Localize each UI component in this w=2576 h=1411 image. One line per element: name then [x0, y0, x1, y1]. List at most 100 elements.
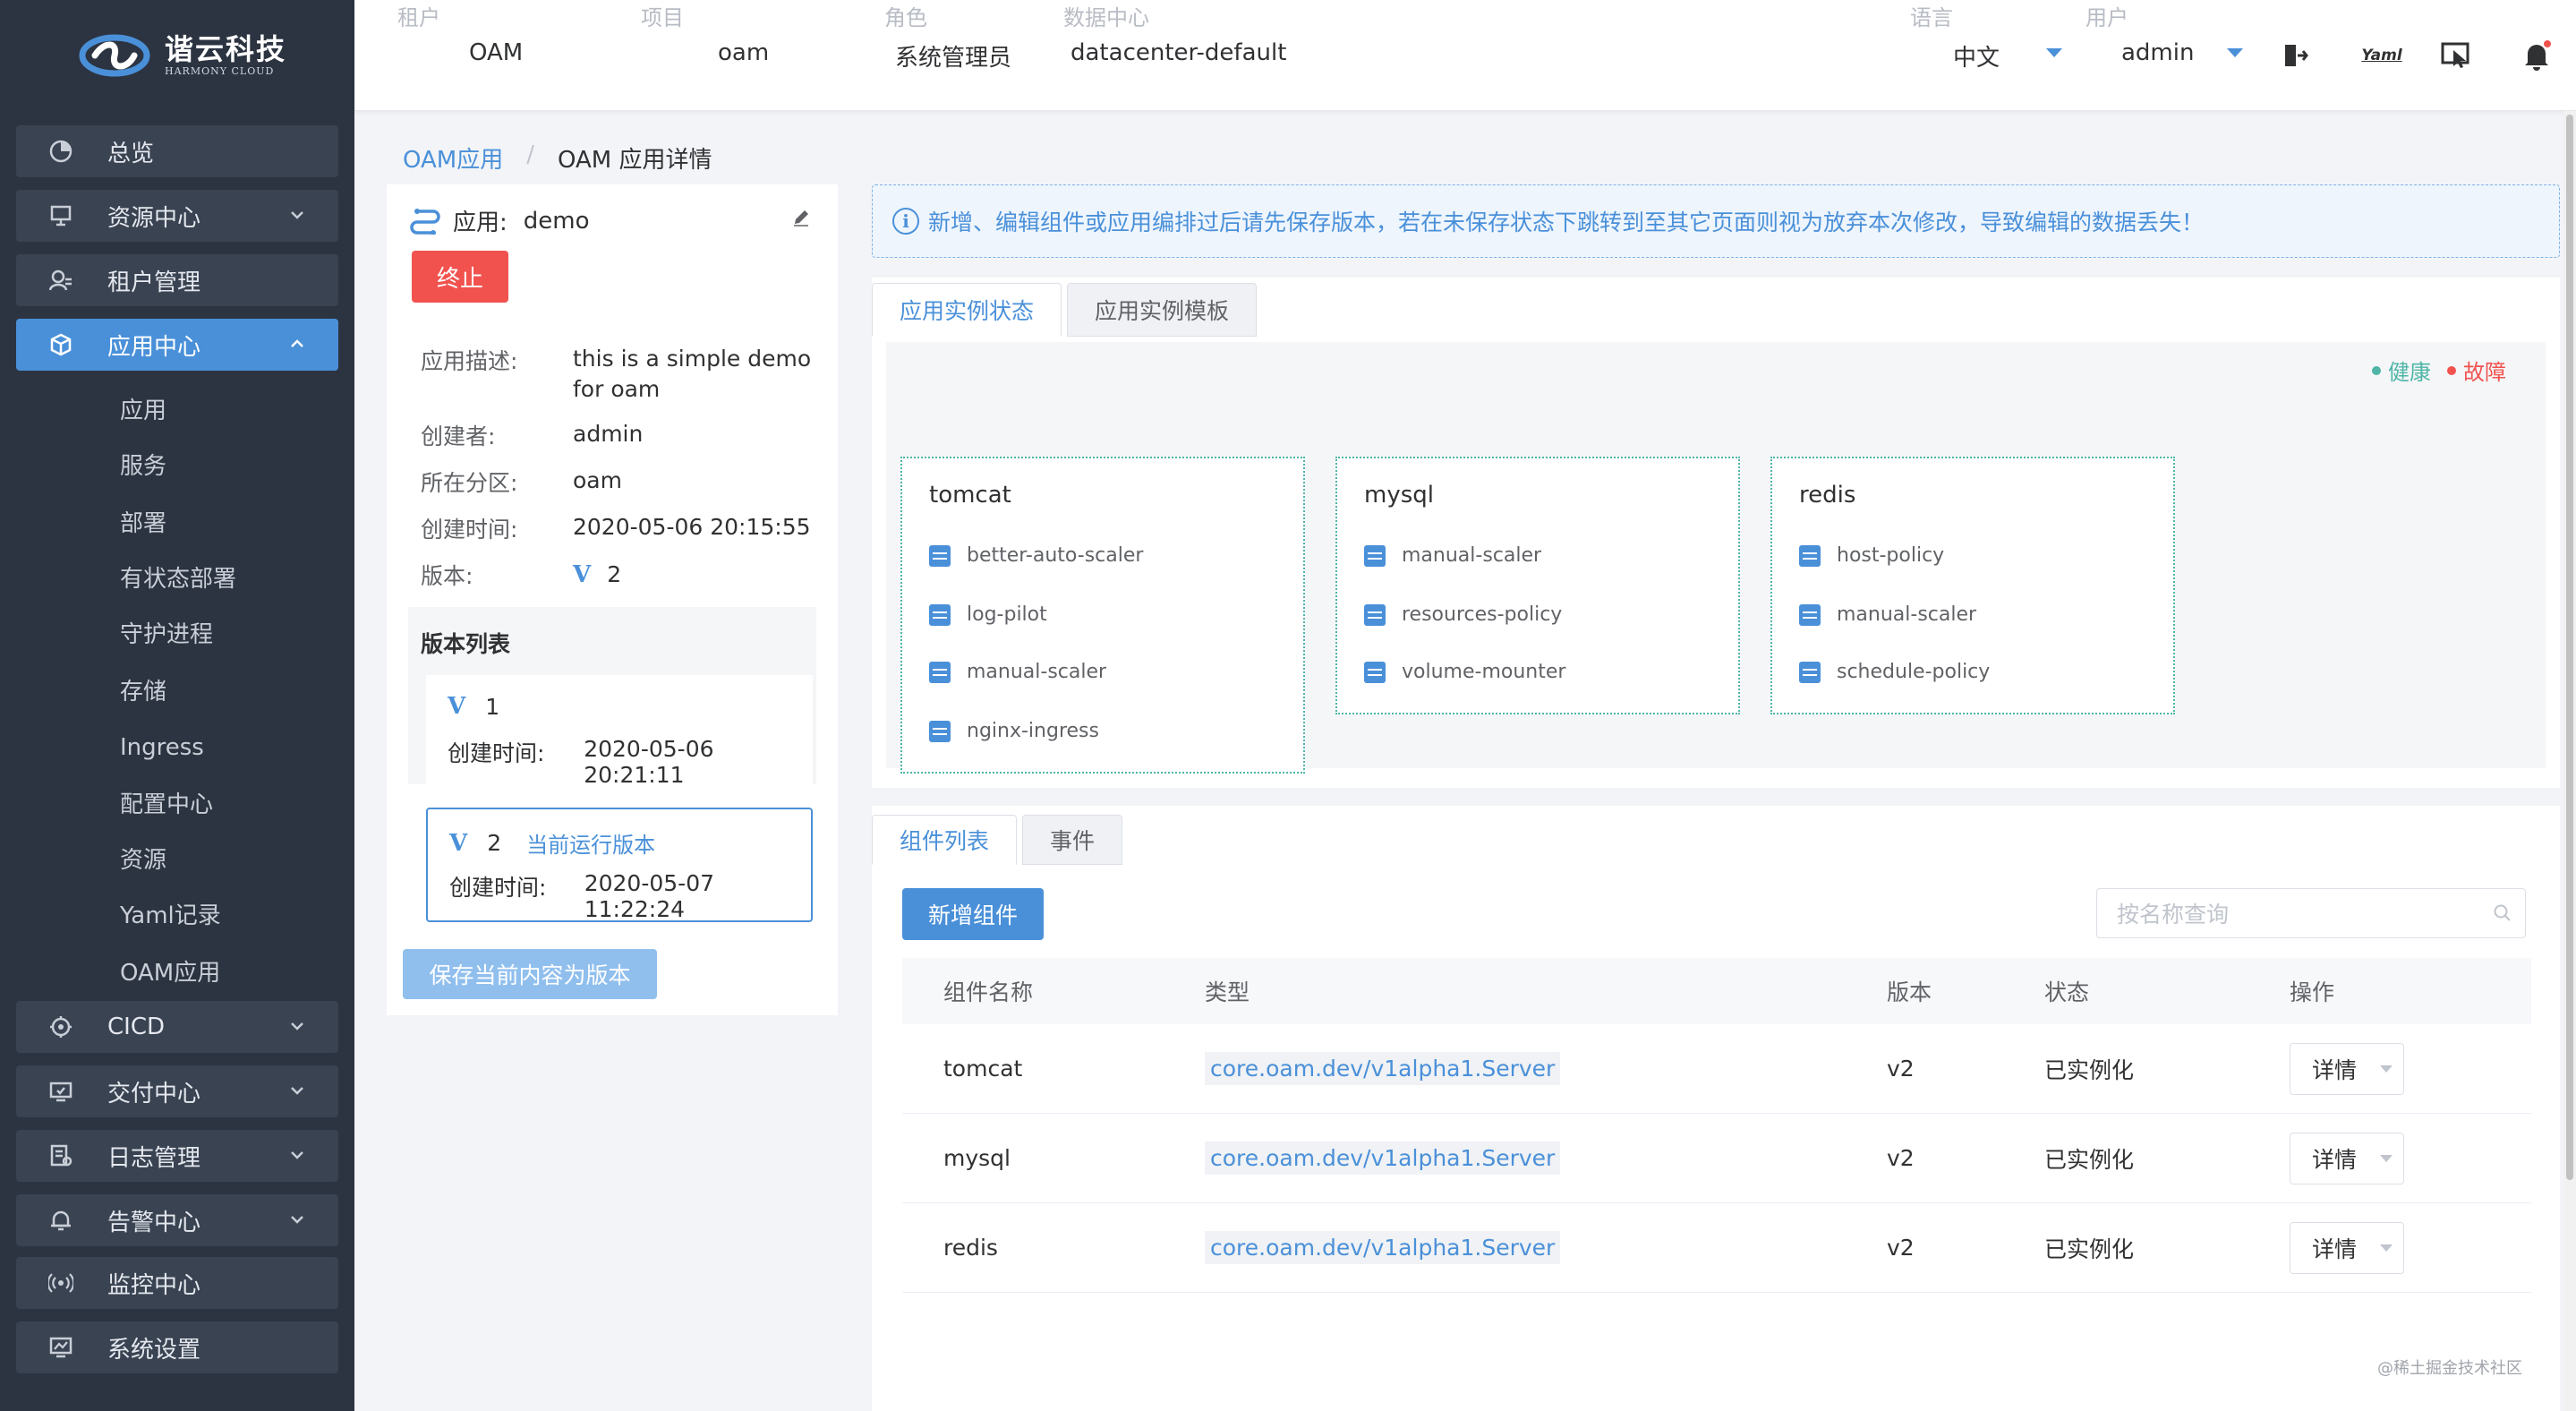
role-selector[interactable]: 角色 系统管理员: [884, 0, 1011, 72]
page-scrollbar[interactable]: [2563, 111, 2576, 1411]
sidebar-item-overview[interactable]: 总览: [16, 125, 338, 177]
logout-icon[interactable]: [2279, 39, 2311, 72]
breadcrumb-link-oam-app[interactable]: OAM应用: [403, 141, 503, 175]
edit-icon[interactable]: [791, 208, 811, 227]
component-card-mysql[interactable]: mysql manual-scaler resources-policy vol…: [1335, 457, 1740, 714]
sidebar-item-alarm[interactable]: 告警中心: [16, 1194, 338, 1246]
brand-logo[interactable]: 谐云科技 HARMONY CLOUD: [79, 32, 286, 79]
yaml-icon-text: Yaml: [2361, 47, 2402, 64]
project-selector[interactable]: 项目 oam: [641, 0, 769, 66]
cell-type[interactable]: core.oam.dev/v1alpha1.Server: [1205, 1142, 1561, 1175]
submenu-item-daemonset[interactable]: 守护进程: [120, 620, 213, 650]
datacenter-selector[interactable]: 数据中心 datacenter-default: [1063, 0, 1286, 66]
search-placeholder: 按名称查询: [2117, 902, 2230, 928]
submenu-item-resource[interactable]: 资源: [120, 845, 166, 876]
cell-type[interactable]: core.oam.dev/v1alpha1.Server: [1205, 1052, 1561, 1085]
language-selector[interactable]: 语言 中文: [1910, 0, 2000, 72]
cell-name: mysql: [943, 1145, 1011, 1171]
user-caret-icon[interactable]: [2227, 48, 2243, 57]
info-row-description: 应用描述: this is a simple demo for oam: [421, 344, 815, 405]
app-info-panel: 应用: demo 终止 应用描述: this is a simple demo …: [387, 184, 838, 1015]
sidebar-item-app-center[interactable]: 应用中心: [16, 319, 338, 371]
submenu-item-yaml-record[interactable]: Yaml记录: [120, 901, 221, 931]
add-component-button[interactable]: 新增组件: [902, 888, 1044, 940]
language-caret-icon[interactable]: [2046, 48, 2062, 57]
trait-icon: [1364, 544, 1386, 567]
submenu-item-config-center[interactable]: 配置中心: [120, 790, 213, 820]
detail-label: 详情: [2312, 1056, 2358, 1083]
info-value: oam: [573, 467, 622, 493]
yaml-icon[interactable]: Yaml: [2359, 39, 2404, 72]
submenu-item-statefulset[interactable]: 有状态部署: [120, 564, 236, 594]
info-row-version: 版本: V 2: [421, 559, 815, 591]
sidebar-item-settings[interactable]: 系统设置: [16, 1321, 338, 1373]
trait-item[interactable]: schedule-policy: [1799, 661, 1990, 683]
submenu-item-deployment[interactable]: 部署: [120, 509, 166, 539]
trait-item[interactable]: manual-scaler: [1364, 544, 1541, 567]
trait-item[interactable]: log-pilot: [929, 603, 1047, 626]
tenant-selector[interactable]: 租户 OAM: [397, 0, 523, 66]
breadcrumb-current: OAM 应用详情: [558, 147, 712, 174]
component-card-redis[interactable]: redis host-policy manual-scaler schedule…: [1770, 457, 2175, 714]
log-icon: [48, 1143, 73, 1168]
trait-item[interactable]: host-policy: [1799, 544, 1944, 567]
search-icon[interactable]: [2493, 903, 2512, 923]
sidebar-item-cicd[interactable]: CICD: [16, 1001, 338, 1053]
user-value: admin: [2121, 39, 2195, 66]
submenu-item-ingress[interactable]: Ingress: [120, 732, 204, 763]
info-row-created-time: 创建时间: 2020-05-06 20:15:55: [421, 512, 815, 544]
sidebar-item-monitor[interactable]: 监控中心: [16, 1257, 338, 1309]
detail-dropdown-button[interactable]: 详情: [2290, 1221, 2404, 1274]
sidebar-item-delivery[interactable]: 交付中心: [16, 1065, 338, 1117]
detail-dropdown-button[interactable]: 详情: [2290, 1132, 2404, 1184]
trait-name: better-auto-scaler: [967, 544, 1144, 567]
scrollbar-thumb[interactable]: [2566, 115, 2573, 1180]
chevron-down-icon: [291, 1087, 303, 1095]
trait-item[interactable]: manual-scaler: [929, 661, 1106, 683]
search-input[interactable]: 按名称查询: [2096, 888, 2526, 938]
tab-instance-template[interactable]: 应用实例模板: [1067, 283, 1258, 337]
dashboard-icon: [48, 139, 73, 164]
app-title: 应用: demo: [410, 204, 590, 237]
info-value: 2020-05-06 20:15:55: [573, 514, 811, 540]
tab-instance-status[interactable]: 应用实例状态: [872, 283, 1062, 337]
detail-label: 详情: [2312, 1236, 2358, 1262]
version-card-current[interactable]: V 2 当前运行版本 创建时间: 2020-05-07 11:22:24: [426, 808, 813, 922]
info-row-partition: 所在分区: oam: [421, 466, 815, 498]
cell-type[interactable]: core.oam.dev/v1alpha1.Server: [1205, 1231, 1561, 1264]
submenu-item-app[interactable]: 应用: [120, 396, 166, 426]
trait-item[interactable]: nginx-ingress: [929, 720, 1099, 742]
monitor-icon: [48, 1270, 73, 1296]
sidebar-item-tenant[interactable]: 租户管理: [16, 254, 338, 306]
submenu-item-oam-app[interactable]: OAM应用: [120, 958, 220, 988]
component-name: tomcat: [929, 482, 1011, 509]
trait-item[interactable]: volume-mounter: [1364, 661, 1565, 683]
component-card-tomcat[interactable]: tomcat better-auto-scaler log-pilot manu…: [900, 457, 1305, 774]
trait-item[interactable]: resources-policy: [1364, 603, 1562, 626]
instance-panel: 应用实例状态 应用实例模板 健康 故障 tomcat better-auto-s…: [872, 278, 2560, 788]
tab-events[interactable]: 事件: [1022, 815, 1123, 865]
chevron-up-icon: [291, 339, 303, 347]
submenu-item-storage[interactable]: 存储: [120, 677, 166, 707]
save-version-button[interactable]: 保存当前内容为版本: [403, 949, 657, 999]
detail-label: 详情: [2312, 1146, 2358, 1173]
cell-version: v2: [1887, 1056, 1915, 1082]
bell-icon[interactable]: [2521, 39, 2553, 72]
cell-version: v2: [1887, 1235, 1915, 1261]
user-selector[interactable]: 用户 admin: [2086, 0, 2194, 66]
stop-button[interactable]: 终止: [412, 251, 508, 303]
submenu-item-service[interactable]: 服务: [120, 451, 166, 482]
legend-fault: 故障: [2463, 360, 2506, 385]
trait-item[interactable]: manual-scaler: [1799, 603, 1976, 626]
info-key: 版本:: [421, 563, 473, 589]
detail-dropdown-button[interactable]: 详情: [2290, 1042, 2404, 1095]
version-card[interactable]: V 1 创建时间: 2020-05-06 20:21:11: [426, 675, 813, 790]
sidebar-item-log[interactable]: 日志管理: [16, 1130, 338, 1182]
tenant-icon: [48, 268, 73, 293]
sidebar-item-resource-center[interactable]: 资源中心: [16, 190, 338, 242]
column-header-type: 类型: [1205, 979, 1250, 1005]
sidebar-item-label: 日志管理: [107, 1144, 201, 1172]
tab-component-list[interactable]: 组件列表: [872, 815, 1018, 865]
screen-tool-icon[interactable]: [2440, 39, 2472, 72]
trait-item[interactable]: better-auto-scaler: [929, 544, 1143, 567]
